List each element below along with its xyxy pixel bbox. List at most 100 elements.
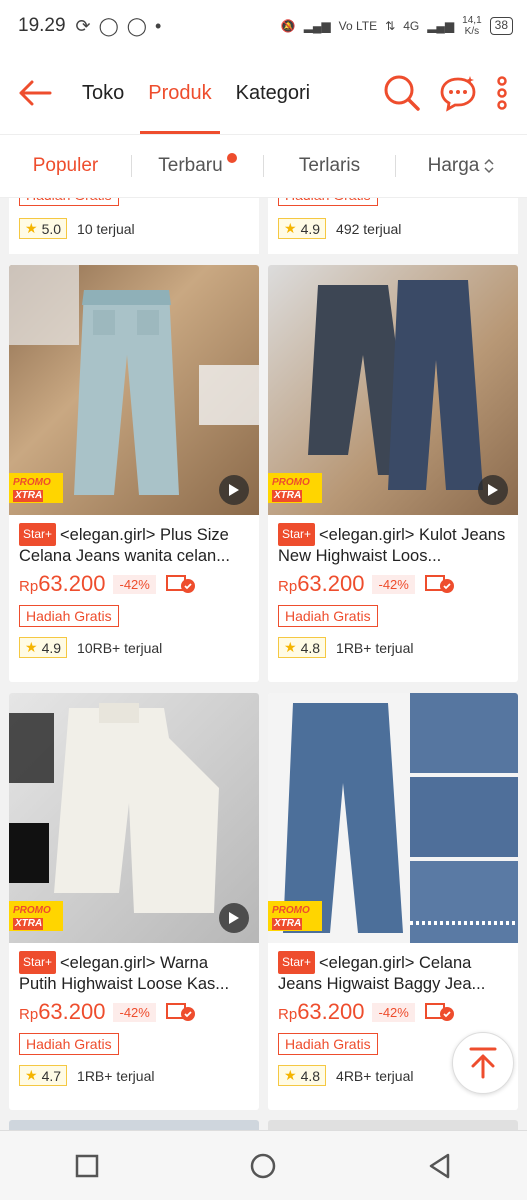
price-value: 63.200 <box>38 571 106 596</box>
product-card[interactable]: PROMO XTRA Star+ <elegan.girl> Plus Size C… <box>9 265 259 682</box>
gift-badge: Hadiah Gratis <box>278 605 378 627</box>
star-icon: ★ <box>25 220 38 236</box>
discount-badge: -42% <box>372 574 415 594</box>
lte-label: Vo LTE <box>338 19 378 33</box>
play-video-button[interactable] <box>478 475 508 505</box>
scroll-top-button[interactable] <box>452 1032 514 1094</box>
dot-icon: • <box>154 15 162 36</box>
discount-badge: -42% <box>113 574 156 594</box>
promo-top: PROMO <box>272 905 310 916</box>
tab-kategori[interactable]: Kategori <box>224 52 323 134</box>
promo-xtra-badge: PROMO XTRA <box>268 473 322 503</box>
product-card[interactable]: PROMO XTRA Star+ <elegan.girl> Warna Putih… <box>9 693 259 1110</box>
product-image: PROMO XTRA <box>268 265 518 515</box>
rating-row: ★ 4.8 1RB+ terjual <box>268 627 518 658</box>
product-card-partial[interactable]: Hadiah Gratis ★5.0 10 terjual <box>9 198 259 254</box>
sold-count: 492 terjual <box>336 220 402 237</box>
star-icon: ★ <box>25 1067 38 1083</box>
sold-count: 4RB+ terjual <box>336 1067 414 1084</box>
play-icon <box>229 484 239 496</box>
price-row: Rp63.200 -42% <box>9 993 259 1027</box>
product-image: PROMO XTRA <box>268 693 518 943</box>
price-currency: Rp <box>19 578 39 595</box>
price-currency: Rp <box>278 1006 298 1023</box>
rating-value: 4.9 <box>300 220 321 237</box>
message-icon: ◯ <box>98 15 119 36</box>
product-title: Star+ <elegan.girl> Warna Putih Highwaist… <box>9 943 259 993</box>
price-value: 63.200 <box>297 571 365 596</box>
back-arrow-icon <box>19 80 52 106</box>
tab-toko[interactable]: Toko <box>70 52 136 134</box>
gift-badge: Hadiah Gratis <box>19 605 119 627</box>
shop-tabs: Toko Produk Kategori <box>70 52 322 134</box>
sort-terbaru-label: Terbaru <box>158 155 223 176</box>
gift-badge: Hadiah Gratis <box>278 198 378 206</box>
play-video-button[interactable] <box>219 475 249 505</box>
promo-bottom: XTRA <box>272 918 302 930</box>
rating-value: 4.7 <box>41 1067 62 1084</box>
recents-icon[interactable] <box>75 1154 99 1178</box>
price-value: 63.200 <box>38 999 106 1024</box>
back-nav-icon[interactable] <box>428 1153 452 1179</box>
sort-arrows-icon <box>484 158 494 174</box>
battery-icon: 38 <box>489 17 513 35</box>
play-video-button[interactable] <box>219 903 249 933</box>
discount-badge: -42% <box>113 1002 156 1022</box>
star-icon: ★ <box>284 220 297 236</box>
sort-terbaru[interactable]: Terbaru <box>132 153 263 177</box>
product-card-partial[interactable] <box>268 1120 518 1130</box>
sort-harga[interactable]: Harga <box>396 155 527 177</box>
promo-xtra-badge: PROMO XTRA <box>9 901 63 931</box>
price-row: Rp63.200 -42% <box>268 565 518 599</box>
free-shipping-icon <box>165 1003 195 1021</box>
rating-badge: ★ 4.9 <box>278 218 327 239</box>
promo-bottom: XTRA <box>13 918 43 930</box>
product-card-partial[interactable]: Hadiah Gratis ★4.9 492 terjual <box>268 198 518 254</box>
product-title: Star+ <elegan.girl> Kulot Jeans New Highw… <box>268 515 518 565</box>
price-value: 63.200 <box>297 999 365 1024</box>
gift-badge: Hadiah Gratis <box>19 1033 119 1055</box>
star-plus-badge: Star+ <box>19 951 57 974</box>
product-grid: Hadiah Gratis ★5.0 10 terjual Hadiah Gra… <box>0 198 527 1130</box>
sold-count: 10RB+ terjual <box>77 639 163 656</box>
signal-icon: ▂▄▆ <box>303 19 331 33</box>
star-icon: ★ <box>284 639 297 655</box>
sort-terlaris[interactable]: Terlaris <box>264 155 395 177</box>
home-icon[interactable] <box>249 1152 277 1180</box>
sort-populer[interactable]: Populer <box>0 155 131 177</box>
product-price: Rp63.200 <box>19 999 105 1025</box>
discount-badge: -42% <box>372 1002 415 1022</box>
product-title: Star+ <elegan.girl> Celana Jeans Higwaist… <box>268 943 518 993</box>
product-card[interactable]: PROMO XTRA Star+ <elegan.girl> Kulot Jeans… <box>268 265 518 682</box>
star-plus-badge: Star+ <box>278 523 316 546</box>
sold-count: 1RB+ terjual <box>77 1067 155 1084</box>
new-dot-indicator <box>226 153 237 163</box>
back-button[interactable] <box>0 52 70 134</box>
play-icon <box>488 484 498 496</box>
gift-badge: Hadiah Gratis <box>19 198 119 206</box>
chat-icon[interactable] <box>439 74 477 112</box>
product-title: Star+ <elegan.girl> Plus Size Celana Jean… <box>9 515 259 565</box>
rating-badge: ★ 5.0 <box>19 218 68 239</box>
free-shipping-icon <box>424 575 454 593</box>
sold-count: 10 terjual <box>77 220 135 237</box>
status-time: 19.29 <box>18 15 66 36</box>
speed-label: 14,1 K/s <box>462 15 482 37</box>
promo-top: PROMO <box>272 477 310 488</box>
tab-produk[interactable]: Produk <box>136 52 223 134</box>
rating-value: 5.0 <box>41 220 62 237</box>
shop-header: Toko Produk Kategori <box>0 52 527 134</box>
star-icon: ★ <box>284 1067 297 1083</box>
product-card-partial[interactable] <box>9 1120 259 1130</box>
system-nav-bar <box>0 1130 527 1200</box>
more-vert-icon[interactable] <box>495 74 509 112</box>
data-icon: ⇅ <box>385 19 396 33</box>
price-row: Rp63.200 -42% <box>268 993 518 1027</box>
rating-badge: ★ 4.8 <box>278 1065 327 1086</box>
rating-value: 4.8 <box>300 639 321 656</box>
sort-bar: Populer Terbaru Terlaris Harga <box>0 134 527 198</box>
rating-row: ★ 4.7 1RB+ terjual <box>9 1055 259 1086</box>
search-icon[interactable] <box>383 74 421 112</box>
price-currency: Rp <box>278 578 298 595</box>
rating-value: 4.8 <box>300 1067 321 1084</box>
